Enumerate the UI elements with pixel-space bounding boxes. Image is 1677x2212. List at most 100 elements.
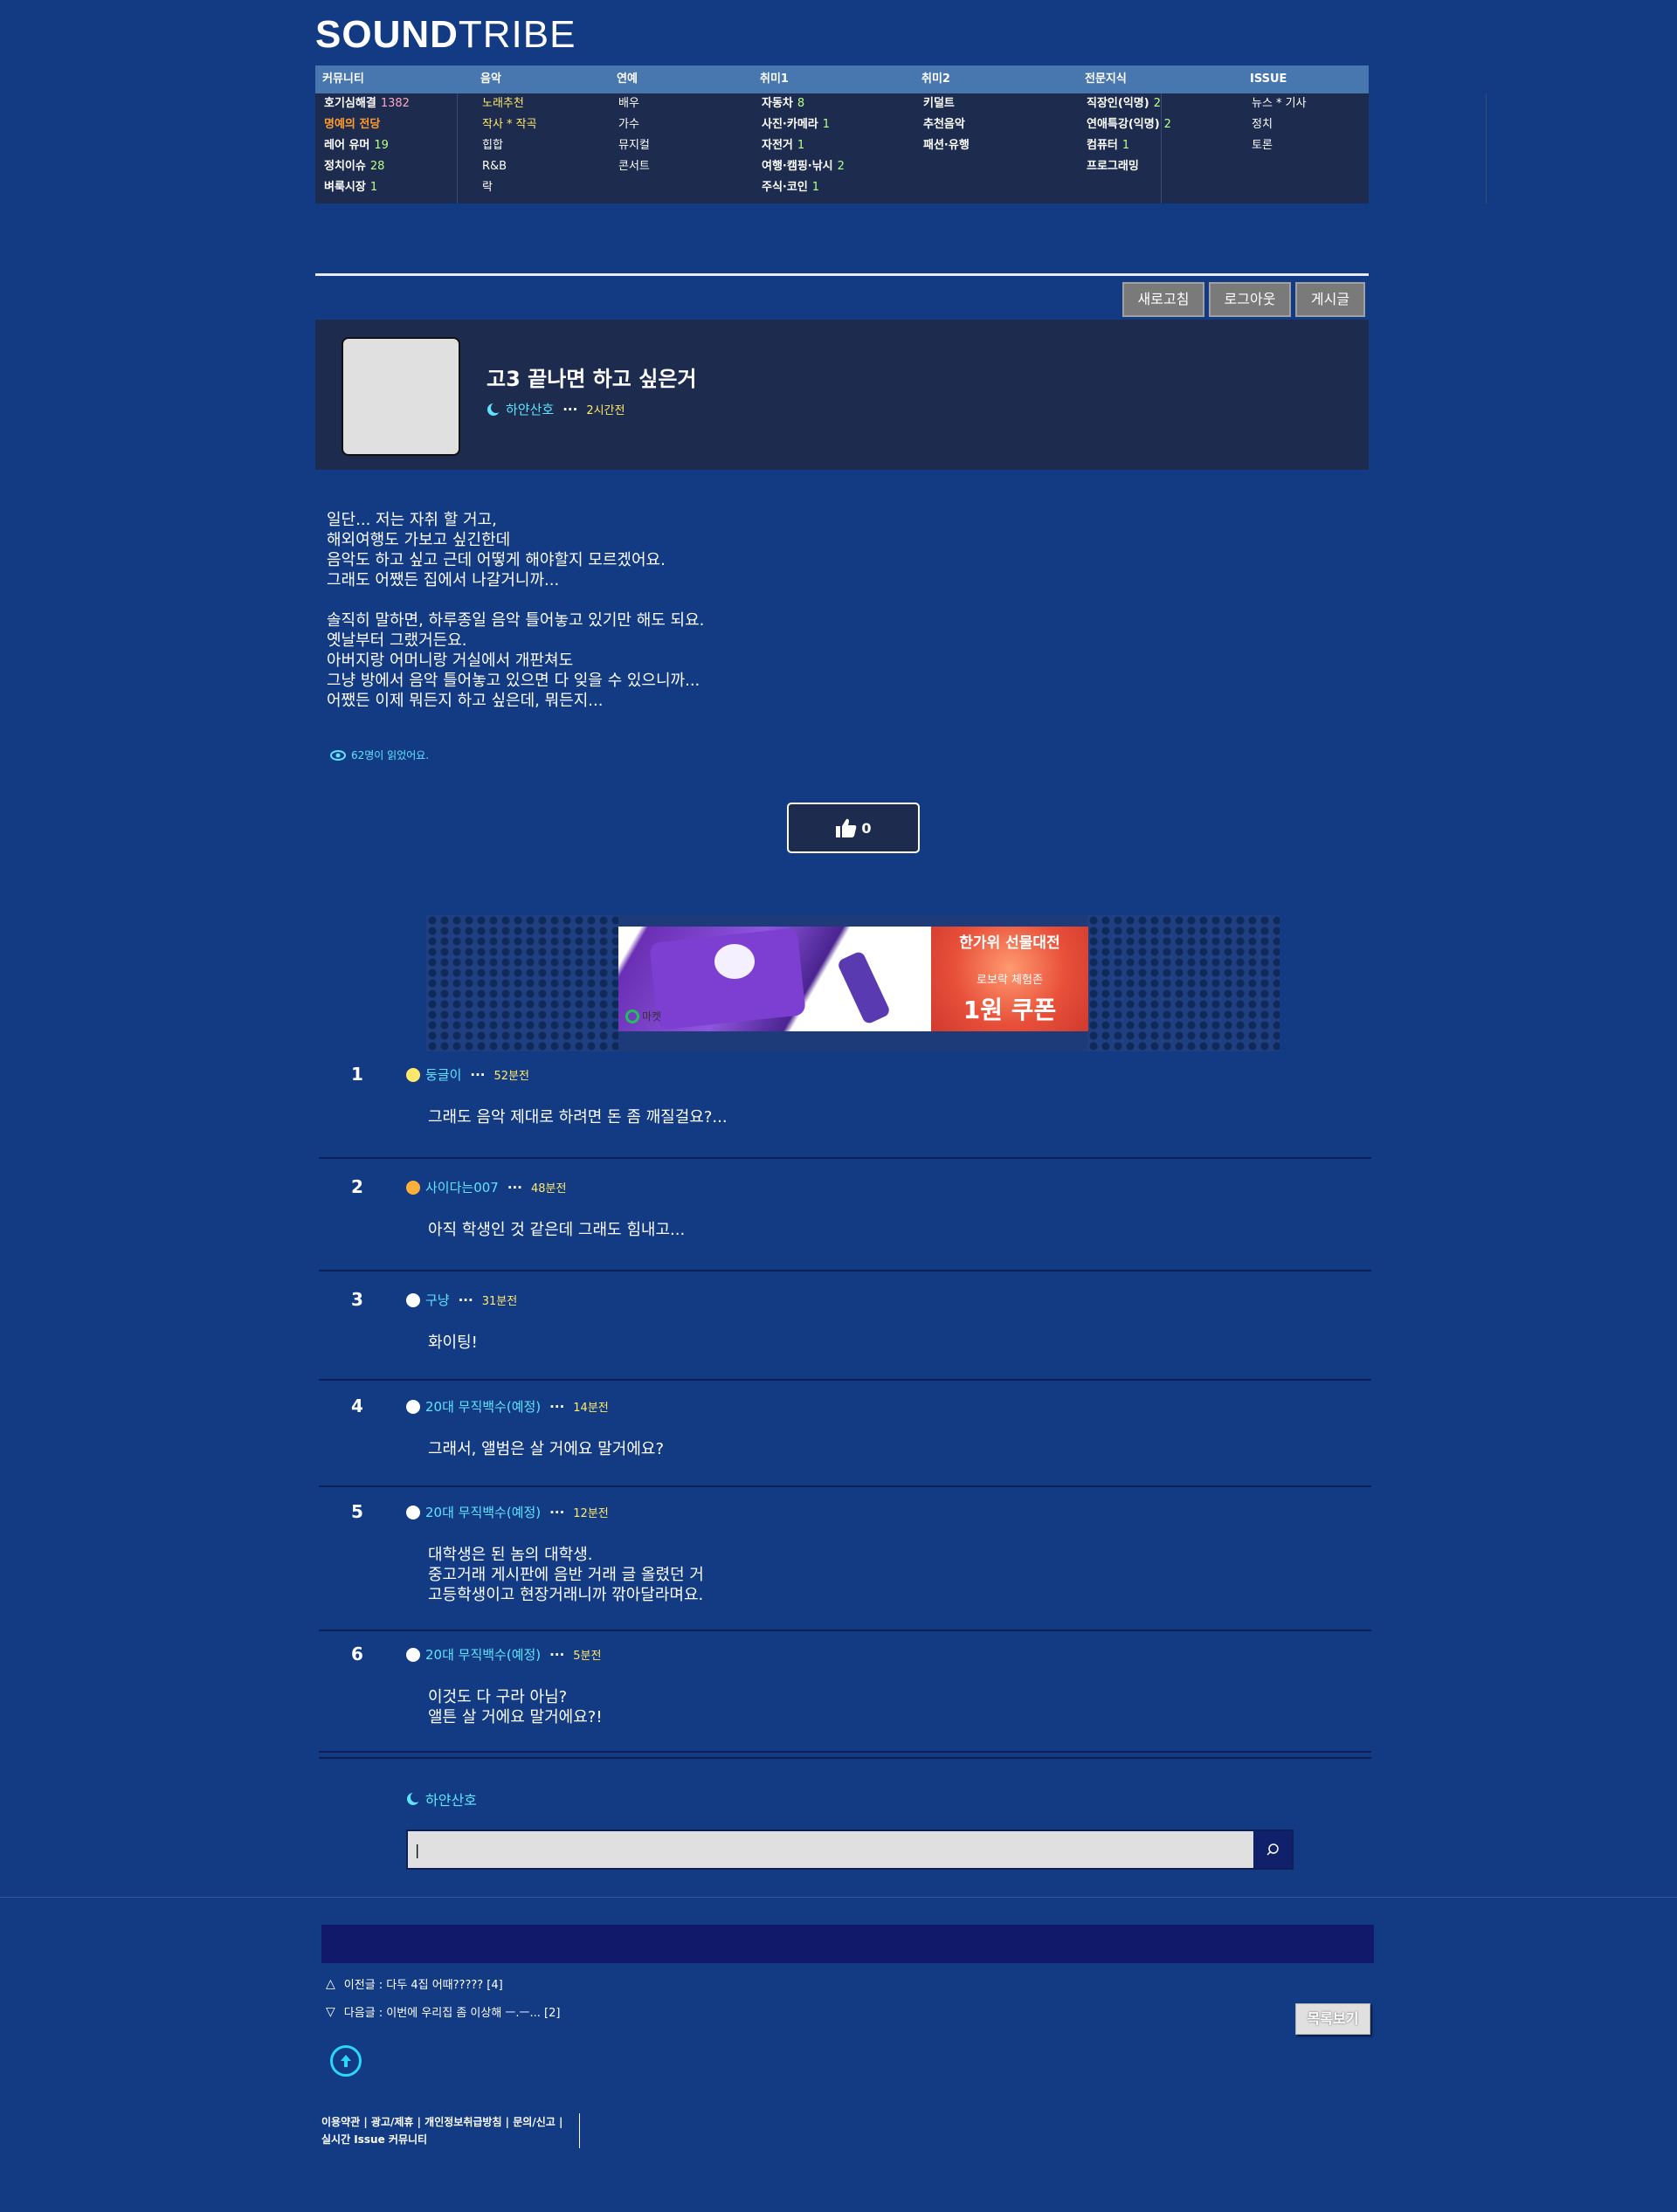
nav-column-title[interactable]: 취미1 (753, 65, 910, 93)
nav-item[interactable]: 직장인(익명) 2 (1078, 93, 1235, 114)
comment-author[interactable]: 구냥 (425, 1291, 450, 1309)
nav-item[interactable]: 힙합 (473, 135, 604, 156)
nav-item[interactable]: 토론 (1243, 135, 1365, 156)
nav-item[interactable]: 사진·카메라 1 (753, 114, 910, 135)
nav-item-label: 연애특강(익명) (1087, 118, 1160, 131)
nav-item-count: 1382 (380, 97, 410, 110)
user-badge-icon (406, 1180, 420, 1195)
comment-divider (319, 1751, 1371, 1753)
nav-column: ISSUE 뉴스 * 기사 정치 토론 (1243, 65, 1365, 156)
next-post-link[interactable]: ▽ 다음글 : 이번에 우리집 좀 이상해 ㅡ.ㅡ... [2] (326, 2003, 561, 2021)
comment-divider (319, 1379, 1371, 1381)
comment-meta-dots: ··· (549, 1646, 565, 1663)
nav-item[interactable]: 작사 * 작곡 (473, 114, 604, 135)
footer-link-row[interactable]: 이용약관 | 광고/제휴 | 개인정보취급방침 | 문의/신고 | (321, 2113, 580, 2131)
comment-meta: 20대 무직백수(예정) ··· 12분전 (406, 1503, 609, 1521)
nav-column-title[interactable]: 취미2 (914, 65, 1072, 93)
nav-item[interactable]: 자동차 8 (753, 93, 910, 114)
comment-author[interactable]: 둥글이 (425, 1065, 461, 1084)
ad-creative: 마켓 한가위 선물대전 로보락 체험존 1원 쿠폰 (618, 927, 1088, 1031)
nav-item[interactable]: 주식·코인 1 (753, 177, 910, 198)
comment-text: 아직 학생인 것 같은데 그래도 힘내고... (428, 1221, 686, 1239)
nav-item[interactable]: 여행·캠핑·낚시 2 (753, 156, 910, 177)
comment-text: 이것도 다 구라 아님? 앨튼 살 거에요 말거에요?! (428, 1688, 603, 1726)
comment-time: 52분전 (493, 1070, 529, 1083)
like-count: 0 (861, 819, 872, 837)
nav-item[interactable]: 배우 (610, 93, 749, 114)
ad-subline: 로보락 체험존 (977, 974, 1043, 987)
comment-submit-button[interactable] (1253, 1831, 1292, 1868)
nav-column-title[interactable]: 음악 (473, 65, 604, 93)
post-meta-dots: ··· (562, 401, 578, 417)
nav-item-count: 2 (837, 160, 845, 173)
comment-input[interactable] (415, 1838, 1253, 1861)
nav-item[interactable]: 콘서트 (610, 156, 749, 177)
comment-author[interactable]: 사이다는007 (425, 1178, 499, 1196)
nav-item[interactable]: 패션·유행 (914, 135, 1072, 156)
nav-column: 커뮤니티 호기심해결 1382 명예의 전당 레어 유머 19 정치이슈 28 벼룩시장 1 (315, 65, 455, 198)
nav-item[interactable]: 벼룩시장 1 (315, 177, 455, 198)
nav-item-label: 주식·코인 (762, 181, 808, 194)
comment-number: 6 (351, 1643, 363, 1664)
comment-divider (319, 1270, 1371, 1271)
nav-item-count: 19 (374, 139, 389, 152)
prev-post-link[interactable]: △ 이전글 : 다두 4집 어때????? [4] (326, 1975, 503, 1993)
nav-item[interactable]: 뉴스 * 기사 (1243, 93, 1365, 114)
post-author[interactable]: 하얀산호 (506, 400, 554, 418)
nav-item-label: 노래추천 (482, 97, 524, 110)
nav-item-count: 1 (369, 181, 378, 194)
nav-item[interactable]: 정치이슈 28 (315, 156, 455, 177)
nav-column-title[interactable]: ISSUE (1243, 65, 1365, 93)
crescent-moon-icon (487, 402, 500, 416)
nav-item[interactable]: 가수 (610, 114, 749, 135)
nav-item[interactable]: 레어 유머 19 (315, 135, 455, 156)
nav-column-title[interactable]: 연예 (610, 65, 749, 93)
comment-author[interactable]: 20대 무직백수(예정) (425, 1503, 541, 1521)
footer-links: 이용약관 | 광고/제휴 | 개인정보취급방침 | 문의/신고 | 실시간 Is… (321, 2113, 580, 2148)
nav-item[interactable]: 뮤지컬 (610, 135, 749, 156)
nav-item-count: 2 (1163, 118, 1171, 131)
nav-item[interactable]: 프로그래밍 (1078, 156, 1235, 177)
nav-item[interactable]: 락 (473, 177, 604, 198)
category-nav: 커뮤니티 호기심해결 1382 명예의 전당 레어 유머 19 정치이슈 28 벼룩시장 1 음악노… (315, 65, 1487, 203)
like-button[interactable]: 0 (787, 803, 920, 853)
nav-item[interactable]: 키덜트 (914, 93, 1072, 114)
nav-item[interactable]: 호기심해결 1382 (315, 93, 455, 114)
nav-item[interactable]: 자전거 1 (753, 135, 910, 156)
section-divider (0, 1897, 1677, 1898)
site-logo[interactable]: SOUNDTRIBE (315, 12, 576, 58)
comment-divider (319, 1630, 1371, 1631)
nav-item-label: 정치이슈 (324, 160, 366, 173)
nav-item[interactable]: 정치 (1243, 114, 1365, 135)
comment-number: 1 (351, 1064, 363, 1085)
current-user: 하얀산호 (406, 1788, 477, 1809)
logout-button[interactable]: 로그아웃 (1209, 282, 1291, 317)
nav-item[interactable]: 명예의 전당 (315, 114, 455, 135)
list-view-button[interactable]: 목록보기 (1295, 2003, 1370, 2035)
triangle-up-icon: △ (326, 1976, 335, 1991)
nav-item[interactable]: 노래추천 (473, 93, 604, 114)
scroll-top-button[interactable] (330, 2045, 362, 2077)
nav-item[interactable]: 연애특강(익명) 2 (1078, 114, 1235, 135)
ad-banner[interactable]: 마켓 한가위 선물대전 로보락 체험존 1원 쿠폰 (426, 915, 1280, 1051)
user-badge-icon (406, 1647, 420, 1662)
refresh-button[interactable]: 새로고침 (1122, 282, 1204, 317)
comment-number: 4 (351, 1395, 363, 1416)
nav-item[interactable]: 추천음악 (914, 114, 1072, 135)
next-post-text: 다음글 : 이번에 우리집 좀 이상해 ㅡ.ㅡ... [2] (343, 2007, 561, 2020)
posts-button[interactable]: 게시글 (1295, 282, 1365, 317)
nav-item[interactable]: R&B (473, 156, 604, 177)
nav-column: 전문지식 직장인(익명) 2 연애특강(익명) 2 컴퓨터 1 프로그래밍 (1078, 65, 1235, 177)
comment-text: 그래서, 앨범은 살 거에요 말거에요? (428, 1440, 665, 1458)
comment-author[interactable]: 20대 무직백수(예정) (425, 1645, 541, 1664)
nav-item-label: 작사 * 작곡 (482, 118, 537, 131)
ad-brand-icon (625, 1009, 639, 1023)
nav-column-title[interactable]: 커뮤니티 (315, 65, 455, 93)
post-meta: 하얀산호 ··· 2시간전 (487, 400, 625, 418)
nav-item-label: 추천음악 (923, 118, 965, 131)
nav-item[interactable]: 컴퓨터 1 (1078, 135, 1235, 156)
comment-author[interactable]: 20대 무직백수(예정) (425, 1397, 541, 1416)
nav-column-title[interactable]: 전문지식 (1078, 65, 1235, 93)
nav-item-count: 2 (1153, 97, 1161, 110)
nav-item-label: 배우 (618, 97, 639, 110)
